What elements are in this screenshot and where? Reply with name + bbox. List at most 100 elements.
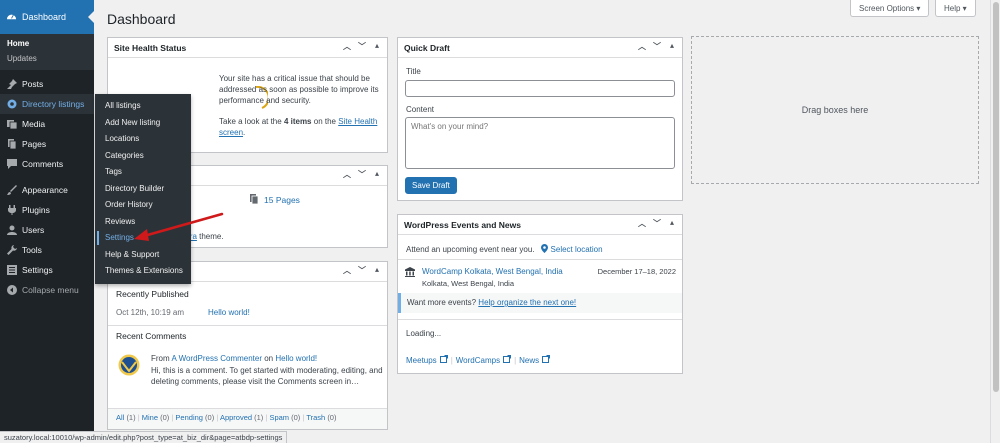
dashboard-icon [6,11,17,24]
select-location-link[interactable]: Select location [551,245,603,254]
toggle-arrow-icon[interactable]: ▴ [371,169,383,180]
move-down-icon[interactable]: ﹀ [651,218,663,229]
draft-title-input[interactable] [405,80,675,97]
drag-boxes-area: Drag boxes here [691,36,979,184]
collapse-icon [6,285,17,296]
move-down-icon[interactable]: ﹀ [356,169,368,180]
sidebar-item-appearance[interactable]: Appearance [0,180,94,200]
filter-mine[interactable]: Mine (0) [142,413,170,422]
news-link[interactable]: News [519,356,539,365]
move-up-icon[interactable]: ︿ [341,41,353,52]
move-up-icon[interactable]: ︿ [636,218,648,229]
content-label: Content [406,105,435,114]
widget-header: WordPress Events and News ︿ ﹀ ▴ [398,215,682,235]
sidebar-item-plugins[interactable]: Plugins [0,200,94,220]
flyout-item-themes-extensions[interactable]: Themes & Extensions [95,263,191,280]
sidebar-item-pages[interactable]: Pages [0,134,94,154]
scrollbar-thumb[interactable] [993,2,999,392]
sidebar-item-dashboard[interactable]: Dashboard [0,0,94,34]
widget-title: Site Health Status [114,42,187,53]
event-location: Kolkata, West Bengal, India [422,279,514,288]
status-bar-url: suzatory.local:10010/wp-admin/edit.php?p… [0,431,288,443]
sidebar-item-label: Dashboard [22,12,67,22]
sidebar-item-media[interactable]: Media [0,114,94,134]
sidebar-item-label: Settings [22,265,53,275]
move-up-icon[interactable]: ︿ [636,41,648,52]
want-more-text: Want more events? [407,298,479,307]
flyout-item-all-listings[interactable]: All listings [95,98,191,115]
flyout-item-add-new-listing[interactable]: Add New listing [95,115,191,132]
sidebar-item-label: Plugins [22,205,50,215]
external-link-icon [542,355,551,365]
sidebar-item-label: Tools [22,245,42,255]
filter-spam[interactable]: Spam (0) [269,413,300,422]
pages-count[interactable]: 15 Pages [249,194,300,206]
plug-icon [6,205,17,216]
widget-header: Site Health Status ︿ ﹀ ▴ [108,38,387,58]
annotation-arrow-icon [134,212,224,241]
sidebar-item-directory-listings[interactable]: Directory listings [0,94,94,114]
recent-comments-heading: Recent Comments [116,331,187,341]
health-message: Your site has a critical issue that shou… [219,74,379,105]
quick-draft-widget: Quick Draft ︿﹀▴ Title Content Save Draft [397,37,683,201]
filter-approved[interactable]: Approved (1) [220,413,263,422]
pages-count-link[interactable]: 15 Pages [264,195,300,205]
comment-excerpt: Hi, this is a comment. To get started wi… [151,365,383,387]
comment-post-link[interactable]: Hello world! [275,354,317,363]
sliders-icon [6,265,17,276]
widget-title: Quick Draft [404,42,450,53]
flyout-item-categories[interactable]: Categories [95,148,191,165]
page-scrollbar[interactable] [990,0,1000,443]
sidebar-item-label: Pages [22,139,47,149]
health-item-count: 4 items [283,117,312,126]
dashboard-submenu: Home Updates [0,34,94,70]
sidebar-item-users[interactable]: Users [0,220,94,240]
commenter-link[interactable]: A WordPress Commenter [171,354,262,363]
activity-widget: ︿ ﹀ ▴ Recently Published Oct 12th, 10:19 a… [107,261,388,430]
move-up-icon[interactable]: ︿ [341,265,353,276]
meetups-link[interactable]: Meetups [406,356,437,365]
flyout-item-directory-builder[interactable]: Directory Builder [95,181,191,198]
draft-content-textarea[interactable] [405,117,675,169]
help-button[interactable]: Help ▾ [935,0,976,17]
move-up-icon[interactable]: ︿ [341,169,353,180]
toggle-arrow-icon[interactable]: ▴ [371,41,383,52]
wordcamps-link[interactable]: WordCamps [456,356,500,365]
comment-icon [6,159,17,170]
sidebar-item-posts[interactable]: Posts [0,74,94,94]
wordcamp-icon [405,267,415,279]
flyout-item-tags[interactable]: Tags [95,164,191,181]
organize-link[interactable]: Help organize the next one! [478,298,576,307]
events-footer-links: Meetups | WordCamps | News [406,355,551,365]
filter-pending[interactable]: Pending (0) [175,413,214,422]
flyout-item-locations[interactable]: Locations [95,131,191,148]
published-post-link[interactable]: Hello world! [208,308,250,317]
move-down-icon[interactable]: ﹀ [356,41,368,52]
toggle-arrow-icon[interactable]: ▴ [666,218,678,229]
directory-listings-flyout: All listings Add New listing Locations C… [95,94,191,284]
submenu-updates[interactable]: Updates [0,51,94,66]
health-cta: Take a look at the 4 items on the Site H… [219,116,379,138]
move-down-icon[interactable]: ﹀ [356,265,368,276]
toggle-arrow-icon[interactable]: ▴ [371,265,383,276]
pin-icon [6,79,17,90]
sidebar-item-label: Collapse menu [22,285,79,295]
sidebar-item-label: Appearance [22,185,68,195]
sidebar-item-comments[interactable]: Comments [0,154,94,174]
move-down-icon[interactable]: ﹀ [651,41,663,52]
collapse-menu-button[interactable]: Collapse menu [0,280,94,300]
health-cta-period: . [243,128,246,137]
event-name-link[interactable]: WordCamp Kolkata, West Bengal, India [422,267,563,276]
save-draft-button[interactable]: Save Draft [405,177,457,194]
health-cta-text2: on the [311,117,339,126]
widget-title: WordPress Events and News [404,219,521,230]
filter-trash[interactable]: Trash (0) [306,413,336,422]
submenu-home[interactable]: Home [0,36,94,51]
toggle-arrow-icon[interactable]: ▴ [666,41,678,52]
sidebar-item-settings[interactable]: Settings [0,260,94,280]
flyout-item-help-support[interactable]: Help & Support [95,247,191,264]
sidebar-item-tools[interactable]: Tools [0,240,94,260]
screen-options-button[interactable]: Screen Options ▾ [850,0,930,17]
filter-all[interactable]: All (1) [116,413,136,422]
page-title: Dashboard [107,11,176,27]
